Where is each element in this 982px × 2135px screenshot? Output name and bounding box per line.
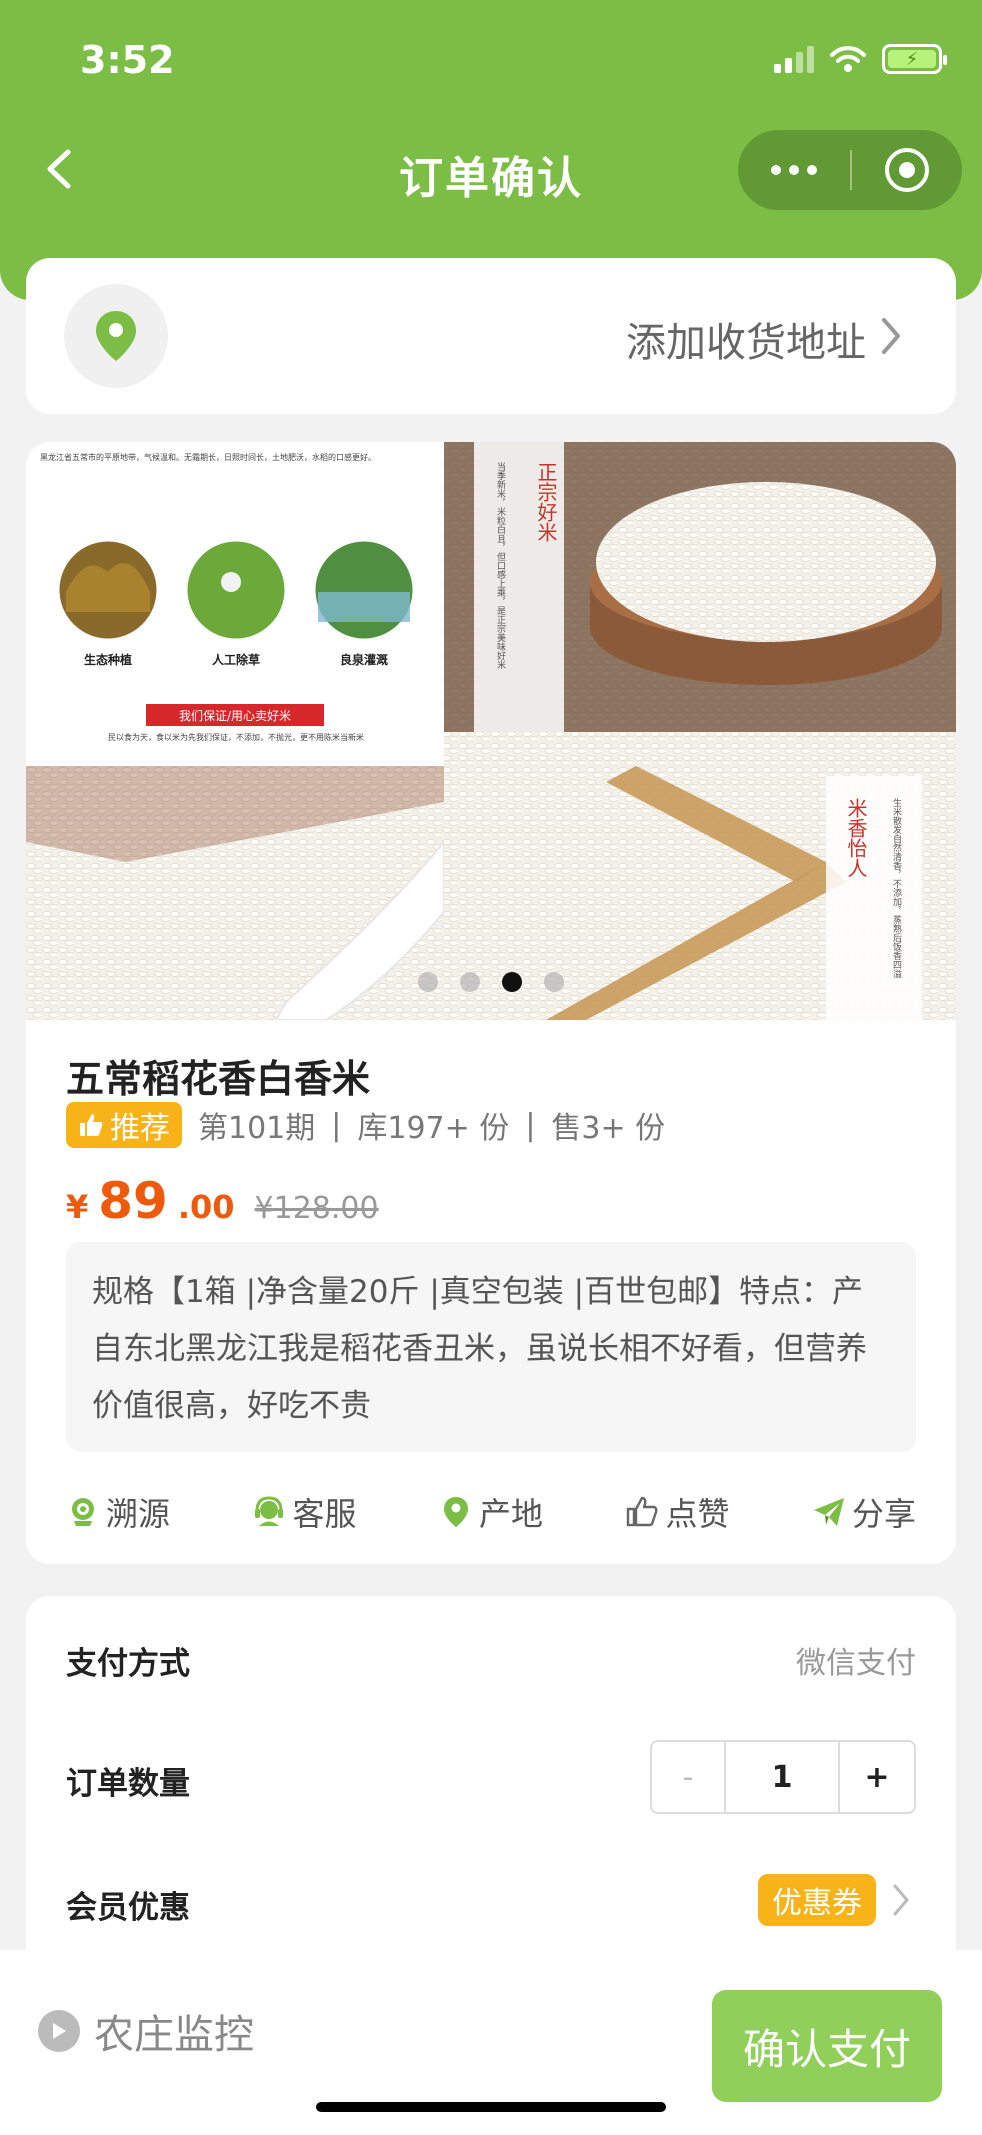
carousel-dot[interactable]: [418, 972, 438, 992]
sold-label: 售3+ 份: [551, 1111, 666, 1146]
miniprogram-capsule: [738, 130, 962, 210]
battery-icon: ⚡: [882, 44, 947, 74]
farm-monitor-link[interactable]: 农庄监控: [38, 2002, 254, 2060]
play-icon: [38, 2010, 80, 2052]
recommend-badge: 推荐: [66, 1102, 182, 1148]
chevron-right-icon: [882, 318, 900, 354]
close-miniprogram-icon[interactable]: [852, 148, 962, 192]
confirm-pay-button[interactable]: 确认支付: [712, 1990, 942, 2102]
signal-icon: [774, 45, 814, 73]
home-indicator: [316, 2102, 666, 2112]
feature-label-2: 人工除草: [212, 652, 260, 667]
status-time: 3:52: [80, 38, 175, 82]
service-label: 客服: [292, 1495, 357, 1533]
chevron-right-icon[interactable]: [890, 1882, 912, 1918]
feature-label-3: 良泉灌溉: [340, 652, 388, 667]
more-menu-icon[interactable]: [738, 165, 850, 175]
carousel-dot[interactable]: [544, 972, 564, 992]
badge-label: 推荐: [110, 1111, 170, 1146]
decrease-button[interactable]: -: [652, 1742, 726, 1812]
bottom-bar: 农庄监控 确认支付: [0, 1950, 982, 2135]
carousel-dot[interactable]: [460, 972, 480, 992]
status-icons: ⚡: [774, 44, 947, 74]
feature-label-1: 生态种植: [84, 652, 132, 667]
price-currency: ¥: [66, 1188, 89, 1226]
service-icon: [255, 1496, 284, 1526]
product-banner-carousel[interactable]: 黑龙江省五常市的平原地带，气候温和。无霜期长，日照时间长，土地肥沃，水稻的口感更…: [26, 442, 956, 1020]
product-title: 五常稻花香白香米: [66, 1057, 371, 1101]
service-button[interactable]: 客服: [252, 1482, 357, 1542]
period-label: 第101期: [198, 1111, 316, 1146]
increase-button[interactable]: +: [840, 1742, 914, 1812]
thumb-up-icon: [80, 1114, 103, 1136]
product-meta-row: 推荐 第101期 | 库197+ 份 | 售3+ 份: [66, 1102, 665, 1148]
like-label: 点赞: [665, 1495, 730, 1533]
farm-photo-3: [312, 538, 416, 642]
price-row: ¥89.00 ¥128.00: [66, 1172, 379, 1230]
trace-label: 溯源: [106, 1495, 171, 1533]
vertical-desc-2: 生米散发自然清香，不添加，蒸熟后饭香四溢: [891, 797, 902, 978]
carousel-indicator[interactable]: [26, 972, 956, 992]
status-bar: 3:52 ⚡: [0, 0, 982, 120]
meta-separator: |: [525, 1107, 536, 1143]
share-label: 分享: [851, 1495, 916, 1533]
quantity-value[interactable]: 1: [726, 1742, 840, 1812]
like-button[interactable]: 点赞: [625, 1482, 729, 1542]
trace-button[interactable]: 溯源: [66, 1482, 170, 1542]
original-price: ¥128.00: [254, 1191, 379, 1226]
origin-label: 产地: [478, 1495, 543, 1533]
add-address-label: 添加收货地址: [626, 320, 866, 366]
banner-foot-text: 民以食为天，食以米为先我们保证，不添加，不抛光，更不用陈米当新米: [108, 733, 364, 742]
meta-separator: |: [331, 1107, 342, 1143]
price-decimal: .00: [177, 1188, 235, 1226]
share-button[interactable]: 分享: [812, 1482, 916, 1542]
vertical-title-2: 米香怡人: [844, 798, 868, 878]
location-pin-icon: [64, 284, 168, 388]
farm-monitor-label: 农庄监控: [94, 2012, 254, 2058]
location-icon: [443, 1497, 468, 1527]
payment-method-label: 支付方式: [66, 1646, 190, 1682]
product-card: 黑龙江省五常市的平原地带，气候温和。无霜期长，日照时间长，土地肥沃，水稻的口感更…: [26, 442, 956, 1564]
quantity-label: 订单数量: [66, 1766, 190, 1802]
slogan-text: 我们保证/用心卖好米: [179, 708, 291, 723]
stock-label: 库197+ 份: [357, 1111, 510, 1146]
banner-intro-text: 黑龙江省五常市的平原地带，气候温和。无霜期长，日照时间长，土地肥沃，水稻的口感更…: [40, 453, 376, 462]
vertical-desc-1: 当季新米，米粒白且，但口感上乘，是正宗美味好米: [495, 461, 506, 670]
product-action-bar: 溯源 客服 产地 点赞 分享: [26, 1482, 956, 1542]
vertical-title-1: 正宗好米: [534, 462, 558, 542]
coupon-button[interactable]: 优惠券: [758, 1874, 876, 1926]
payment-method-value[interactable]: 微信支付: [796, 1638, 916, 1682]
thumb-up-outline-icon: [627, 1496, 658, 1527]
origin-button[interactable]: 产地: [439, 1482, 543, 1542]
address-card[interactable]: 添加收货地址: [26, 258, 956, 414]
price-integer: 89: [98, 1172, 168, 1230]
trace-icon: [72, 1498, 94, 1526]
quantity-stepper: - 1 +: [650, 1740, 916, 1814]
product-description: 规格【1箱 |净含量20斤 |真空包装 |百世包邮】特点：产自东北黑龙江我是稻花…: [66, 1242, 916, 1452]
carousel-dot[interactable]: [502, 972, 522, 992]
wifi-icon: [830, 46, 866, 72]
navigation-bar: 订单确认: [0, 120, 982, 220]
member-discount-label: 会员优惠: [66, 1890, 190, 1926]
share-icon: [813, 1498, 844, 1526]
